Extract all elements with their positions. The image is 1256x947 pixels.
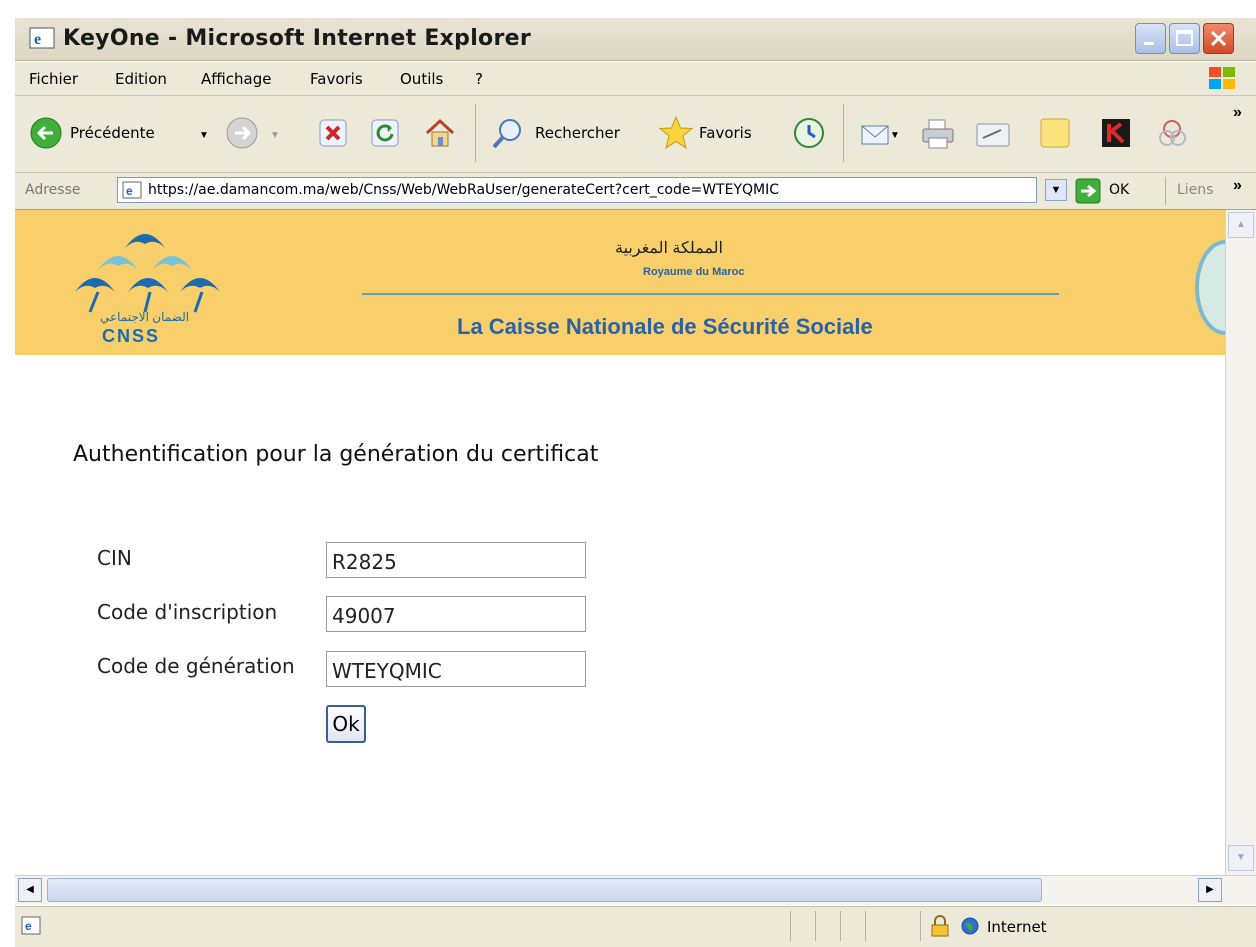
edit-icon[interactable] (975, 120, 1013, 155)
toolbar: Précédente ▼ ▼ Rechercher Favoris ▼ » (15, 96, 1256, 173)
search-label: Rechercher (535, 124, 620, 142)
arabic-kingdom-text: المملكة المغربية (615, 240, 723, 257)
chevron-right-icon[interactable]: » (1233, 177, 1242, 195)
mail-icon[interactable]: ▼ (860, 118, 900, 155)
cin-input[interactable]: R2825 (326, 542, 586, 578)
scroll-right-button[interactable]: ▶ (1198, 878, 1222, 902)
chevron-left-icon: ◀ (26, 884, 34, 895)
back-button[interactable]: Précédente ▼ (23, 116, 213, 152)
forward-button[interactable]: ▼ (225, 116, 285, 152)
home-icon[interactable] (423, 116, 457, 155)
header-banner: الضمان الاجتماعي CNSS المملكة المغربية R… (15, 210, 1225, 355)
banner-divider (362, 293, 1059, 295)
kaspersky-icon[interactable] (1099, 116, 1133, 155)
logo-arabic-text: الضمان الاجتماعي (100, 310, 190, 324)
chevron-down-icon: ▼ (270, 130, 280, 141)
go-label: OK (1109, 182, 1130, 198)
search-button[interactable]: Rechercher (490, 116, 650, 152)
chevron-right-icon: ▶ (1206, 884, 1214, 895)
go-arrow-icon (1075, 178, 1103, 209)
address-bar: Adresse e https://ae.damancom.ma/web/Cns… (15, 173, 1256, 210)
ie-icon: e (29, 27, 55, 49)
messenger-icon[interactable] (1155, 116, 1189, 155)
kingdom-text: Royaume du Maroc (643, 266, 745, 278)
window-titlebar: e KeyOne - Microsoft Internet Explorer (15, 18, 1256, 61)
generation-code-label: Code de génération (97, 654, 295, 678)
back-label: Précédente (70, 124, 155, 142)
scroll-left-button[interactable]: ◀ (18, 878, 42, 902)
go-button[interactable]: OK (1075, 176, 1165, 206)
cnss-logo: الضمان الاجتماعي CNSS (70, 220, 245, 348)
emblem-partial (1195, 240, 1225, 335)
status-divider (865, 911, 866, 941)
chevron-up-icon: ▲ (1236, 219, 1246, 230)
links-label[interactable]: Liens (1177, 182, 1213, 198)
address-dropdown-button[interactable]: ▼ (1045, 179, 1067, 201)
page-status-icon: e (21, 915, 43, 942)
horizontal-scrollbar[interactable]: ◀ ▶ (15, 875, 1256, 905)
star-icon (657, 114, 695, 157)
lock-icon (930, 915, 950, 942)
ok-button[interactable]: Ok (326, 705, 366, 743)
svg-text:e: e (25, 919, 32, 933)
back-arrow-icon (29, 116, 63, 155)
cin-label: CIN (97, 546, 132, 570)
status-divider (790, 911, 791, 941)
maximize-button[interactable] (1169, 23, 1200, 54)
status-divider (920, 911, 921, 941)
status-divider (815, 911, 816, 941)
favorites-button[interactable]: Favoris (657, 114, 782, 152)
institution-title: La Caisse Nationale de Sécurité Sociale (457, 314, 873, 339)
stop-icon[interactable] (318, 118, 348, 153)
url-text: https://ae.damancom.ma/web/Cnss/Web/WebR… (148, 182, 780, 198)
chevron-down-icon: ▼ (199, 130, 209, 141)
chevron-down-icon: ▼ (1050, 184, 1062, 196)
registration-code-input[interactable]: 49007 (326, 596, 586, 632)
minimize-button[interactable] (1135, 23, 1166, 54)
svg-text:e: e (126, 184, 133, 198)
history-icon[interactable] (792, 116, 826, 155)
favorites-label: Favoris (699, 124, 752, 142)
svg-text:e: e (34, 31, 41, 48)
url-input[interactable]: e https://ae.damancom.ma/web/Cnss/Web/We… (117, 177, 1037, 203)
refresh-icon[interactable] (370, 118, 400, 153)
zone-label: Internet (987, 918, 1047, 936)
print-icon[interactable] (920, 118, 956, 155)
window-title: KeyOne - Microsoft Internet Explorer (63, 26, 531, 51)
globe-icon (960, 916, 980, 941)
menu-help[interactable]: ? (475, 70, 483, 88)
menu-edition[interactable]: Edition (115, 70, 167, 88)
vertical-scrollbar[interactable]: ▲ ▼ (1225, 210, 1256, 875)
address-separator (1165, 177, 1166, 205)
scroll-up-button[interactable]: ▲ (1228, 212, 1254, 238)
status-bar: e Internet (15, 906, 1256, 947)
search-icon (490, 116, 526, 157)
address-label: Adresse (25, 182, 81, 198)
chevron-down-icon: ▼ (1236, 852, 1246, 863)
status-divider (840, 911, 841, 941)
menu-fichier[interactable]: Fichier (29, 70, 78, 88)
registration-code-label: Code d'inscription (97, 600, 278, 624)
forward-arrow-icon (225, 116, 259, 155)
windows-logo-icon (1207, 64, 1237, 97)
scroll-down-button[interactable]: ▼ (1228, 845, 1254, 871)
menu-outils[interactable]: Outils (400, 70, 443, 88)
close-button[interactable] (1203, 23, 1234, 54)
svg-text:▼: ▼ (890, 130, 900, 141)
menu-affichage[interactable]: Affichage (201, 70, 271, 88)
menu-favoris[interactable]: Favoris (310, 70, 363, 88)
chevron-right-icon[interactable]: » (1233, 104, 1242, 122)
page-content: الضمان الاجتماعي CNSS المملكة المغربية R… (15, 210, 1225, 875)
toolbar-separator (843, 104, 844, 162)
logo-text: CNSS (102, 326, 161, 346)
form-heading: Authentification pour la génération du c… (73, 442, 599, 467)
menu-bar: Fichier Edition Affichage Favoris Outils… (15, 62, 1256, 96)
toolbar-separator (475, 104, 476, 162)
scroll-thumb[interactable] (47, 878, 1042, 902)
note-icon[interactable] (1038, 116, 1072, 155)
page-icon: e (122, 181, 142, 204)
generation-code-input[interactable]: WTEYQMIC (326, 651, 586, 687)
